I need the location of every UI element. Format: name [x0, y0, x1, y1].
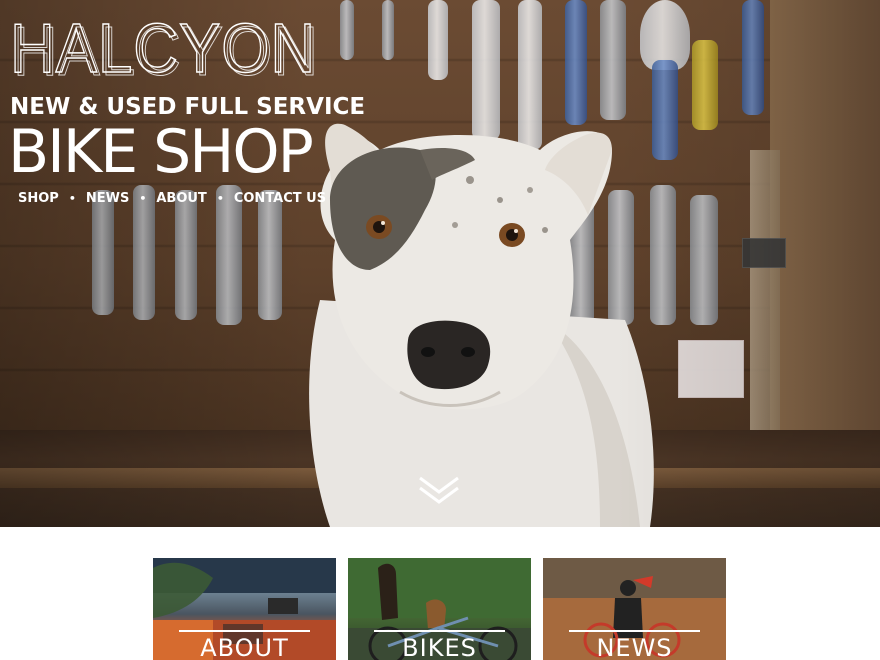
nav-shop[interactable]: SHOP	[18, 191, 59, 206]
card-divider	[179, 630, 310, 632]
page-title: BIKE SHOP	[8, 117, 314, 187]
feature-cards: ABOUT BIKES NEWS	[0, 527, 880, 660]
nav-separator: •	[68, 192, 76, 205]
hero-banner: HALCYON HALCYON NEW & USED FULL SERVICE …	[0, 0, 880, 527]
svg-text:HALCYON: HALCYON	[13, 12, 319, 88]
main-nav: SHOP • NEWS • ABOUT • CONTACT US	[18, 191, 326, 206]
card-label: NEWS	[596, 634, 673, 660]
card-divider	[374, 630, 505, 632]
card-divider	[569, 630, 700, 632]
halcyon-logo[interactable]: HALCYON HALCYON	[8, 8, 320, 88]
card-label: ABOUT	[200, 634, 289, 660]
card-bikes[interactable]: BIKES	[348, 558, 531, 660]
card-news[interactable]: NEWS	[543, 558, 726, 660]
nav-separator: •	[139, 192, 147, 205]
card-about[interactable]: ABOUT	[153, 558, 336, 660]
double-chevron-down-icon[interactable]	[416, 474, 462, 506]
nav-news[interactable]: NEWS	[86, 191, 129, 206]
nav-about[interactable]: ABOUT	[156, 191, 206, 206]
nav-separator: •	[216, 192, 224, 205]
nav-contact-us[interactable]: CONTACT US	[234, 191, 326, 206]
card-label: BIKES	[402, 634, 477, 660]
